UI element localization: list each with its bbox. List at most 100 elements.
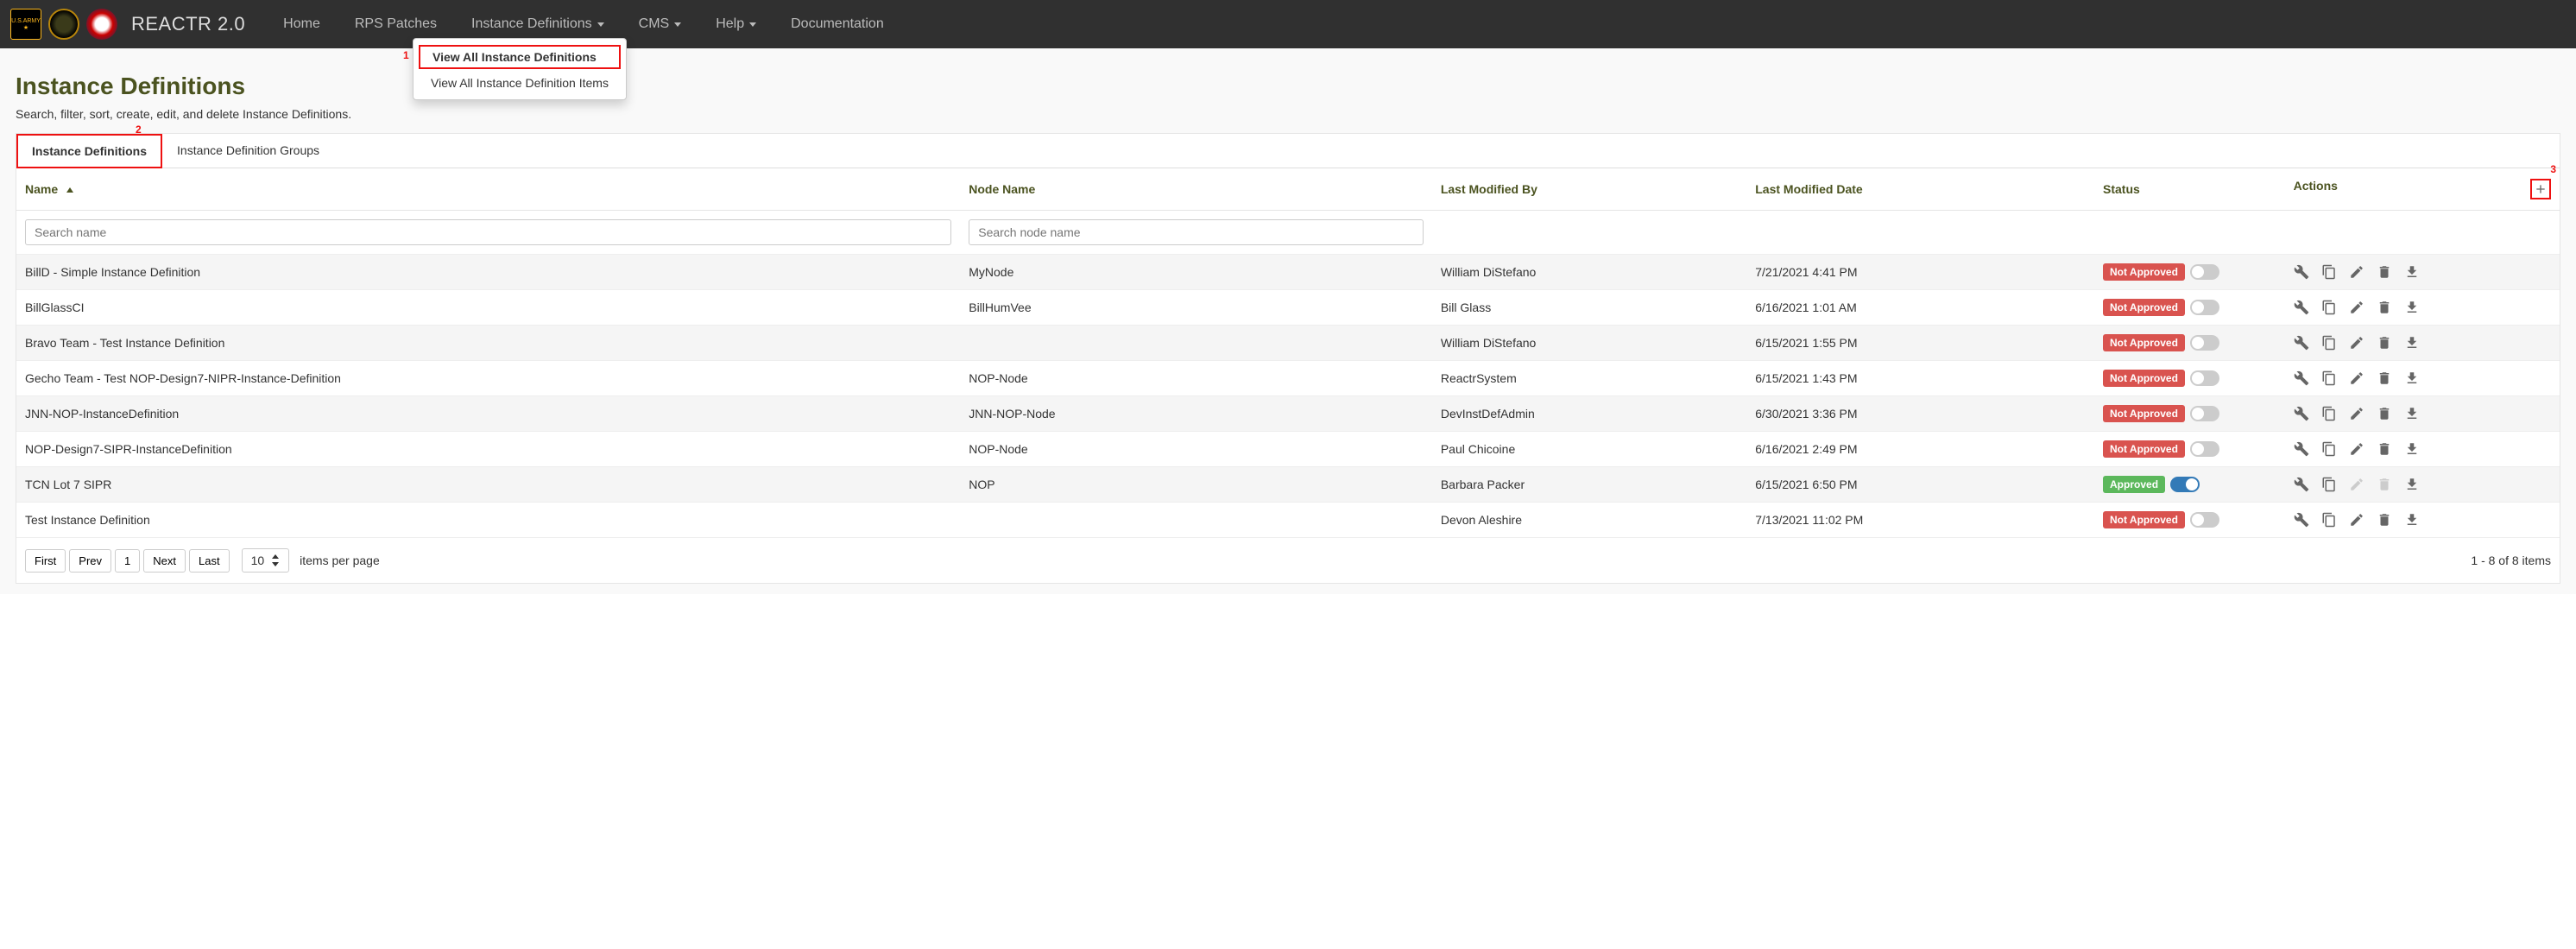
cell-modified-by: DevInstDefAdmin [1432,396,1746,432]
edit-icon[interactable] [2349,370,2364,386]
table-row: JNN-NOP-InstanceDefinitionJNN-NOP-NodeDe… [16,396,2560,432]
cell-actions [2285,396,2560,432]
tab-instance-definitions[interactable]: Instance Definitions [16,134,162,168]
copy-icon[interactable] [2321,477,2337,492]
page-description: Search, filter, sort, create, edit, and … [16,107,2560,121]
copy-icon[interactable] [2321,300,2337,315]
edit-icon[interactable] [2349,335,2364,351]
pager-next[interactable]: Next [143,549,186,573]
dropdown-view-all-definitions[interactable]: View All Instance Definitions [419,45,621,69]
page-wrap: Instance Definitions Search, filter, sor… [0,48,2576,594]
navbar-logos: U.S.ARMY★ [10,9,117,40]
wrench-icon[interactable] [2294,441,2309,457]
cell-modified-date: 6/30/2021 3:36 PM [1746,396,2094,432]
col-header-node[interactable]: Node Name [960,168,1432,211]
cell-modified-date: 7/13/2021 11:02 PM [1746,503,2094,538]
cell-modified-by: Paul Chicoine [1432,432,1746,467]
copy-icon[interactable] [2321,264,2337,280]
pager-prev[interactable]: Prev [69,549,111,573]
edit-icon[interactable] [2349,264,2364,280]
download-icon[interactable] [2404,406,2420,421]
copy-icon[interactable] [2321,370,2337,386]
pager-last[interactable]: Last [189,549,230,573]
army-logo-icon: U.S.ARMY★ [10,9,41,40]
col-header-modified-by[interactable]: Last Modified By [1432,168,1746,211]
wrench-icon[interactable] [2294,477,2309,492]
copy-icon[interactable] [2321,512,2337,528]
nav-help[interactable]: Help [698,3,773,46]
download-icon[interactable] [2404,300,2420,315]
wrench-icon[interactable] [2294,264,2309,280]
nav-documentation[interactable]: Documentation [773,3,901,46]
cell-name: NOP-Design7-SIPR-InstanceDefinition [16,432,960,467]
filter-node-input[interactable] [969,219,1424,245]
approval-toggle[interactable] [2170,477,2200,492]
cell-actions [2285,467,2560,503]
download-icon[interactable] [2404,370,2420,386]
delete-icon[interactable] [2377,300,2392,315]
delete-icon[interactable] [2377,335,2392,351]
cell-name: Bravo Team - Test Instance Definition [16,326,960,361]
dropdown-view-all-items[interactable]: View All Instance Definition Items [414,71,626,95]
cell-actions [2285,290,2560,326]
wrench-icon[interactable] [2294,300,2309,315]
cell-status: Not Approved [2094,396,2285,432]
pager-first[interactable]: First [25,549,66,573]
wrench-icon[interactable] [2294,406,2309,421]
status-badge: Not Approved [2103,370,2185,387]
approval-toggle[interactable] [2190,335,2219,351]
download-icon[interactable] [2404,441,2420,457]
cell-modified-by: Devon Aleshire [1432,503,1746,538]
cell-name: TCN Lot 7 SIPR [16,467,960,503]
updown-icon [271,554,280,566]
cell-name: Gecho Team - Test NOP-Design7-NIPR-Insta… [16,361,960,396]
edit-icon[interactable] [2349,406,2364,421]
page-size-select[interactable]: 10 [242,548,290,573]
cell-node: JNN-NOP-Node [960,396,1432,432]
download-icon[interactable] [2404,335,2420,351]
wrench-icon[interactable] [2294,512,2309,528]
approval-toggle[interactable] [2190,300,2219,315]
col-header-status[interactable]: Status [2094,168,2285,211]
cell-node: NOP [960,467,1432,503]
approval-toggle[interactable] [2190,370,2219,386]
cell-modified-by: William DiStefano [1432,326,1746,361]
nav-cms-label: CMS [639,16,670,32]
approval-toggle[interactable] [2190,512,2219,528]
approval-toggle[interactable] [2190,264,2219,280]
delete-icon[interactable] [2377,370,2392,386]
cell-name: JNN-NOP-InstanceDefinition [16,396,960,432]
add-button[interactable] [2530,179,2551,199]
wrench-icon[interactable] [2294,335,2309,351]
table-row: BillD - Simple Instance DefinitionMyNode… [16,255,2560,290]
edit-icon[interactable] [2349,441,2364,457]
copy-icon[interactable] [2321,406,2337,421]
download-icon[interactable] [2404,477,2420,492]
cell-node: NOP-Node [960,432,1432,467]
delete-icon[interactable] [2377,264,2392,280]
download-icon[interactable] [2404,264,2420,280]
emblem1-icon [48,9,79,40]
copy-icon[interactable] [2321,335,2337,351]
filter-name-input[interactable] [25,219,951,245]
download-icon[interactable] [2404,512,2420,528]
approval-toggle[interactable] [2190,441,2219,457]
page-title: Instance Definitions [16,59,2560,107]
edit-icon[interactable] [2349,512,2364,528]
cell-actions [2285,503,2560,538]
pager-page-1[interactable]: 1 [115,549,140,573]
cell-name: BillGlassCI [16,290,960,326]
col-header-name[interactable]: Name [16,168,960,211]
delete-icon[interactable] [2377,512,2392,528]
cell-status: Not Approved [2094,326,2285,361]
delete-icon[interactable] [2377,441,2392,457]
edit-icon[interactable] [2349,300,2364,315]
delete-icon[interactable] [2377,406,2392,421]
wrench-icon[interactable] [2294,370,2309,386]
nav-cms[interactable]: CMS [622,3,699,46]
approval-toggle[interactable] [2190,406,2219,421]
col-header-modified-date[interactable]: Last Modified Date [1746,168,2094,211]
tab-instance-definition-groups[interactable]: Instance Definition Groups [162,134,334,168]
copy-icon[interactable] [2321,441,2337,457]
nav-home[interactable]: Home [266,3,338,46]
